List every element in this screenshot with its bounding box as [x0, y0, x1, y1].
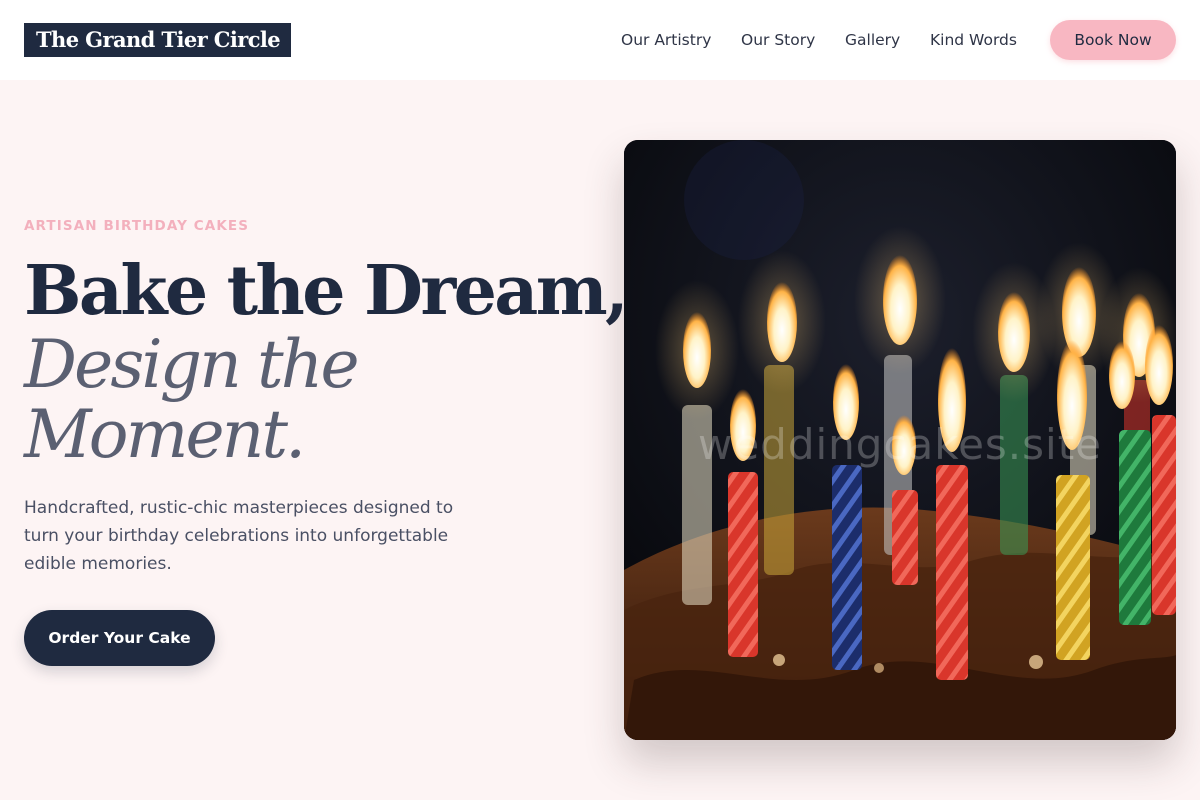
nav-link-our-artistry[interactable]: Our Artistry: [621, 0, 711, 80]
hero-eyebrow: ARTISAN BIRTHDAY CAKES: [24, 218, 250, 234]
hero-description: Handcrafted, rustic-chic masterpieces de…: [24, 498, 454, 574]
brand-logo[interactable]: The Grand Tier Circle: [24, 23, 292, 57]
hero-headline: Bake the Dream,: [24, 251, 629, 331]
hero-headline-italic: Design the Moment.: [24, 326, 360, 473]
order-your-cake-button[interactable]: Order Your Cake: [24, 610, 215, 666]
site-header: The Grand Tier Circle Our Artistry Our S…: [0, 0, 1200, 80]
book-now-button[interactable]: Book Now: [1050, 20, 1176, 60]
nav-link-gallery[interactable]: Gallery: [845, 0, 900, 80]
hero-cake-image: weddingcakes.site: [624, 140, 1176, 740]
image-watermark: weddingcakes.site: [697, 420, 1103, 469]
nav-link-kind-words[interactable]: Kind Words: [930, 0, 1017, 80]
nav-link-our-story[interactable]: Our Story: [741, 0, 815, 80]
